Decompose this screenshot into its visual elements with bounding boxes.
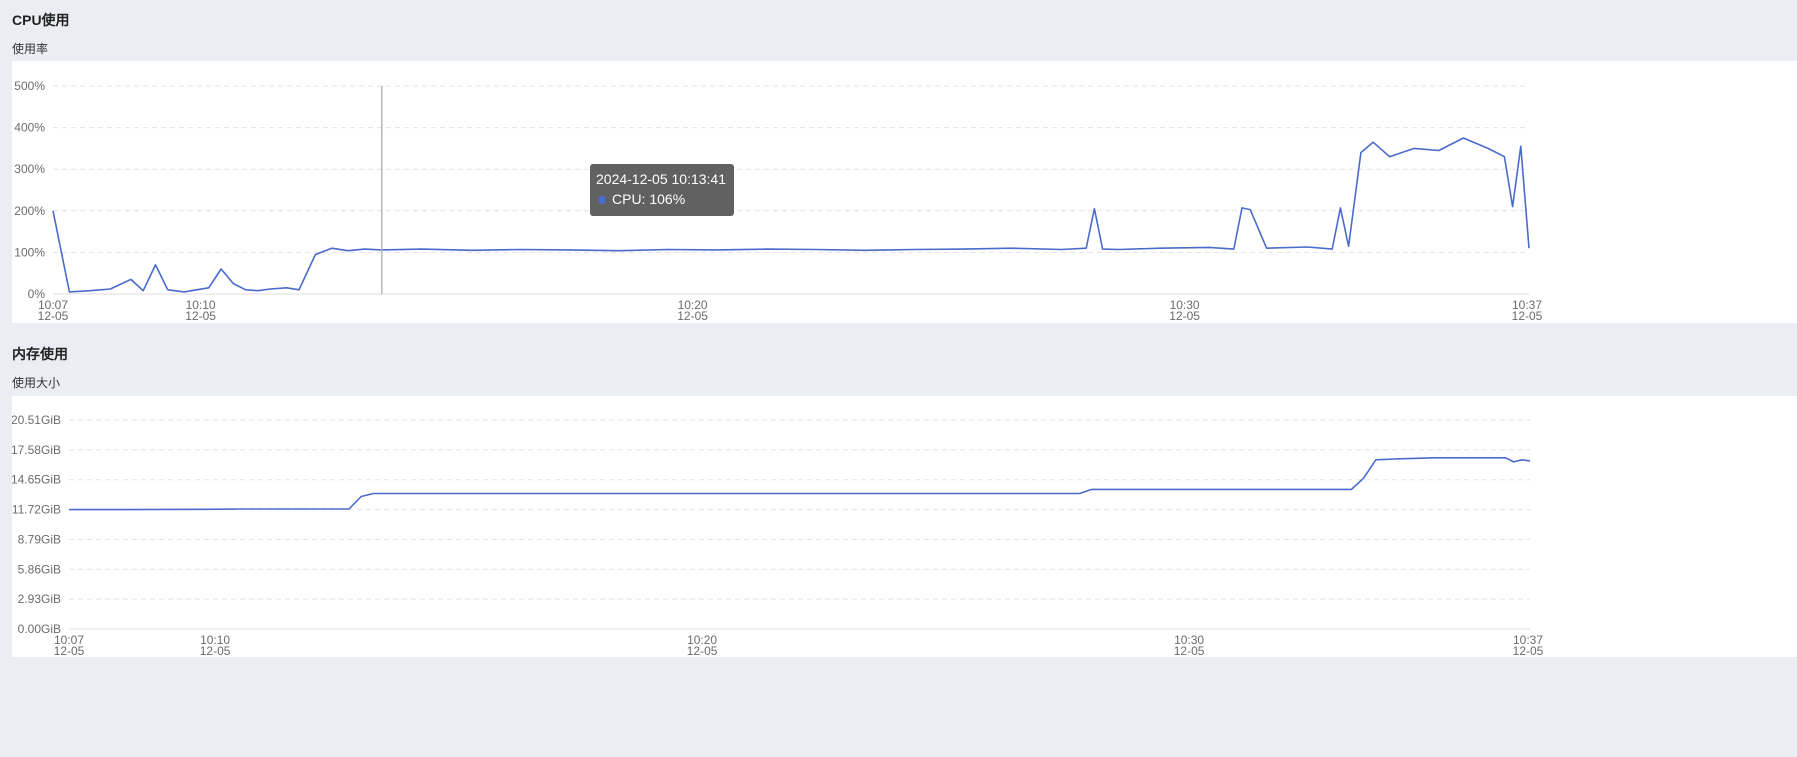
series-line xyxy=(69,456,1531,511)
memory-chart[interactable]: 0.00GiB2.93GiB5.86GiB8.79GiB11.72GiB14.6… xyxy=(12,396,1797,657)
series-line xyxy=(52,137,1530,293)
cpu-section-subtitle: 使用率 xyxy=(12,42,49,56)
memory-chart-panel[interactable]: 0.00GiB 2.93GiB 5.86GiB 8.79GiB 11.72GiB 14.6… xyxy=(12,396,1797,657)
memory-section-title: 内存使用 xyxy=(12,346,68,362)
cpu-section-title: CPU使用 xyxy=(12,12,70,28)
y-tick-label: 5.86GiB xyxy=(18,562,61,576)
chart-tooltip: 2024-12-05 10:13:41 CPU: 106% xyxy=(590,164,734,216)
y-tick-label: 100% xyxy=(14,245,45,259)
series-dot-icon xyxy=(598,196,606,204)
x-tick-date: 12-05 xyxy=(1512,309,1543,323)
x-tick-date: 12-05 xyxy=(185,309,216,323)
tooltip-item: CPU: 106% xyxy=(596,189,726,209)
cpu-section-header: CPU使用 使用率 xyxy=(12,10,70,57)
y-tick-label: 2.93GiB xyxy=(18,592,61,606)
x-tick-date: 12-05 xyxy=(677,309,708,323)
x-tick-date: 12-05 xyxy=(38,309,69,323)
cpu-chart-panel[interactable]: 0% 100% 200% 300% 400% 500% 10:07 12-05 10:10 12-… xyxy=(12,61,1797,323)
x-tick-date: 12-05 xyxy=(200,644,231,657)
x-tick-date: 12-05 xyxy=(1169,309,1200,323)
tooltip-title: 2024-12-05 10:13:41 xyxy=(596,171,726,187)
y-tick-label: 500% xyxy=(14,79,45,93)
y-tick-label: 20.51GiB xyxy=(12,413,61,427)
x-tick-date: 12-05 xyxy=(687,644,718,657)
cpu-chart[interactable]: 0%100%200%300%400%500%10:0712-0510:1012-… xyxy=(12,61,1797,323)
y-tick-label: 17.58GiB xyxy=(12,443,61,457)
y-tick-label: 300% xyxy=(14,162,45,176)
tooltip-value: CPU: 106% xyxy=(612,191,686,207)
x-tick-date: 12-05 xyxy=(1513,644,1544,657)
memory-section-subtitle: 使用大小 xyxy=(12,376,61,390)
y-tick-label: 14.65GiB xyxy=(12,473,61,487)
y-tick-label: 400% xyxy=(14,121,45,135)
y-tick-label: 11.72GiB xyxy=(12,503,61,517)
y-tick-label: 200% xyxy=(14,204,45,218)
memory-section-header: 内存使用 使用大小 xyxy=(12,344,68,391)
x-tick-date: 12-05 xyxy=(54,644,85,657)
y-tick-label: 8.79GiB xyxy=(18,532,61,546)
x-tick-date: 12-05 xyxy=(1174,644,1205,657)
